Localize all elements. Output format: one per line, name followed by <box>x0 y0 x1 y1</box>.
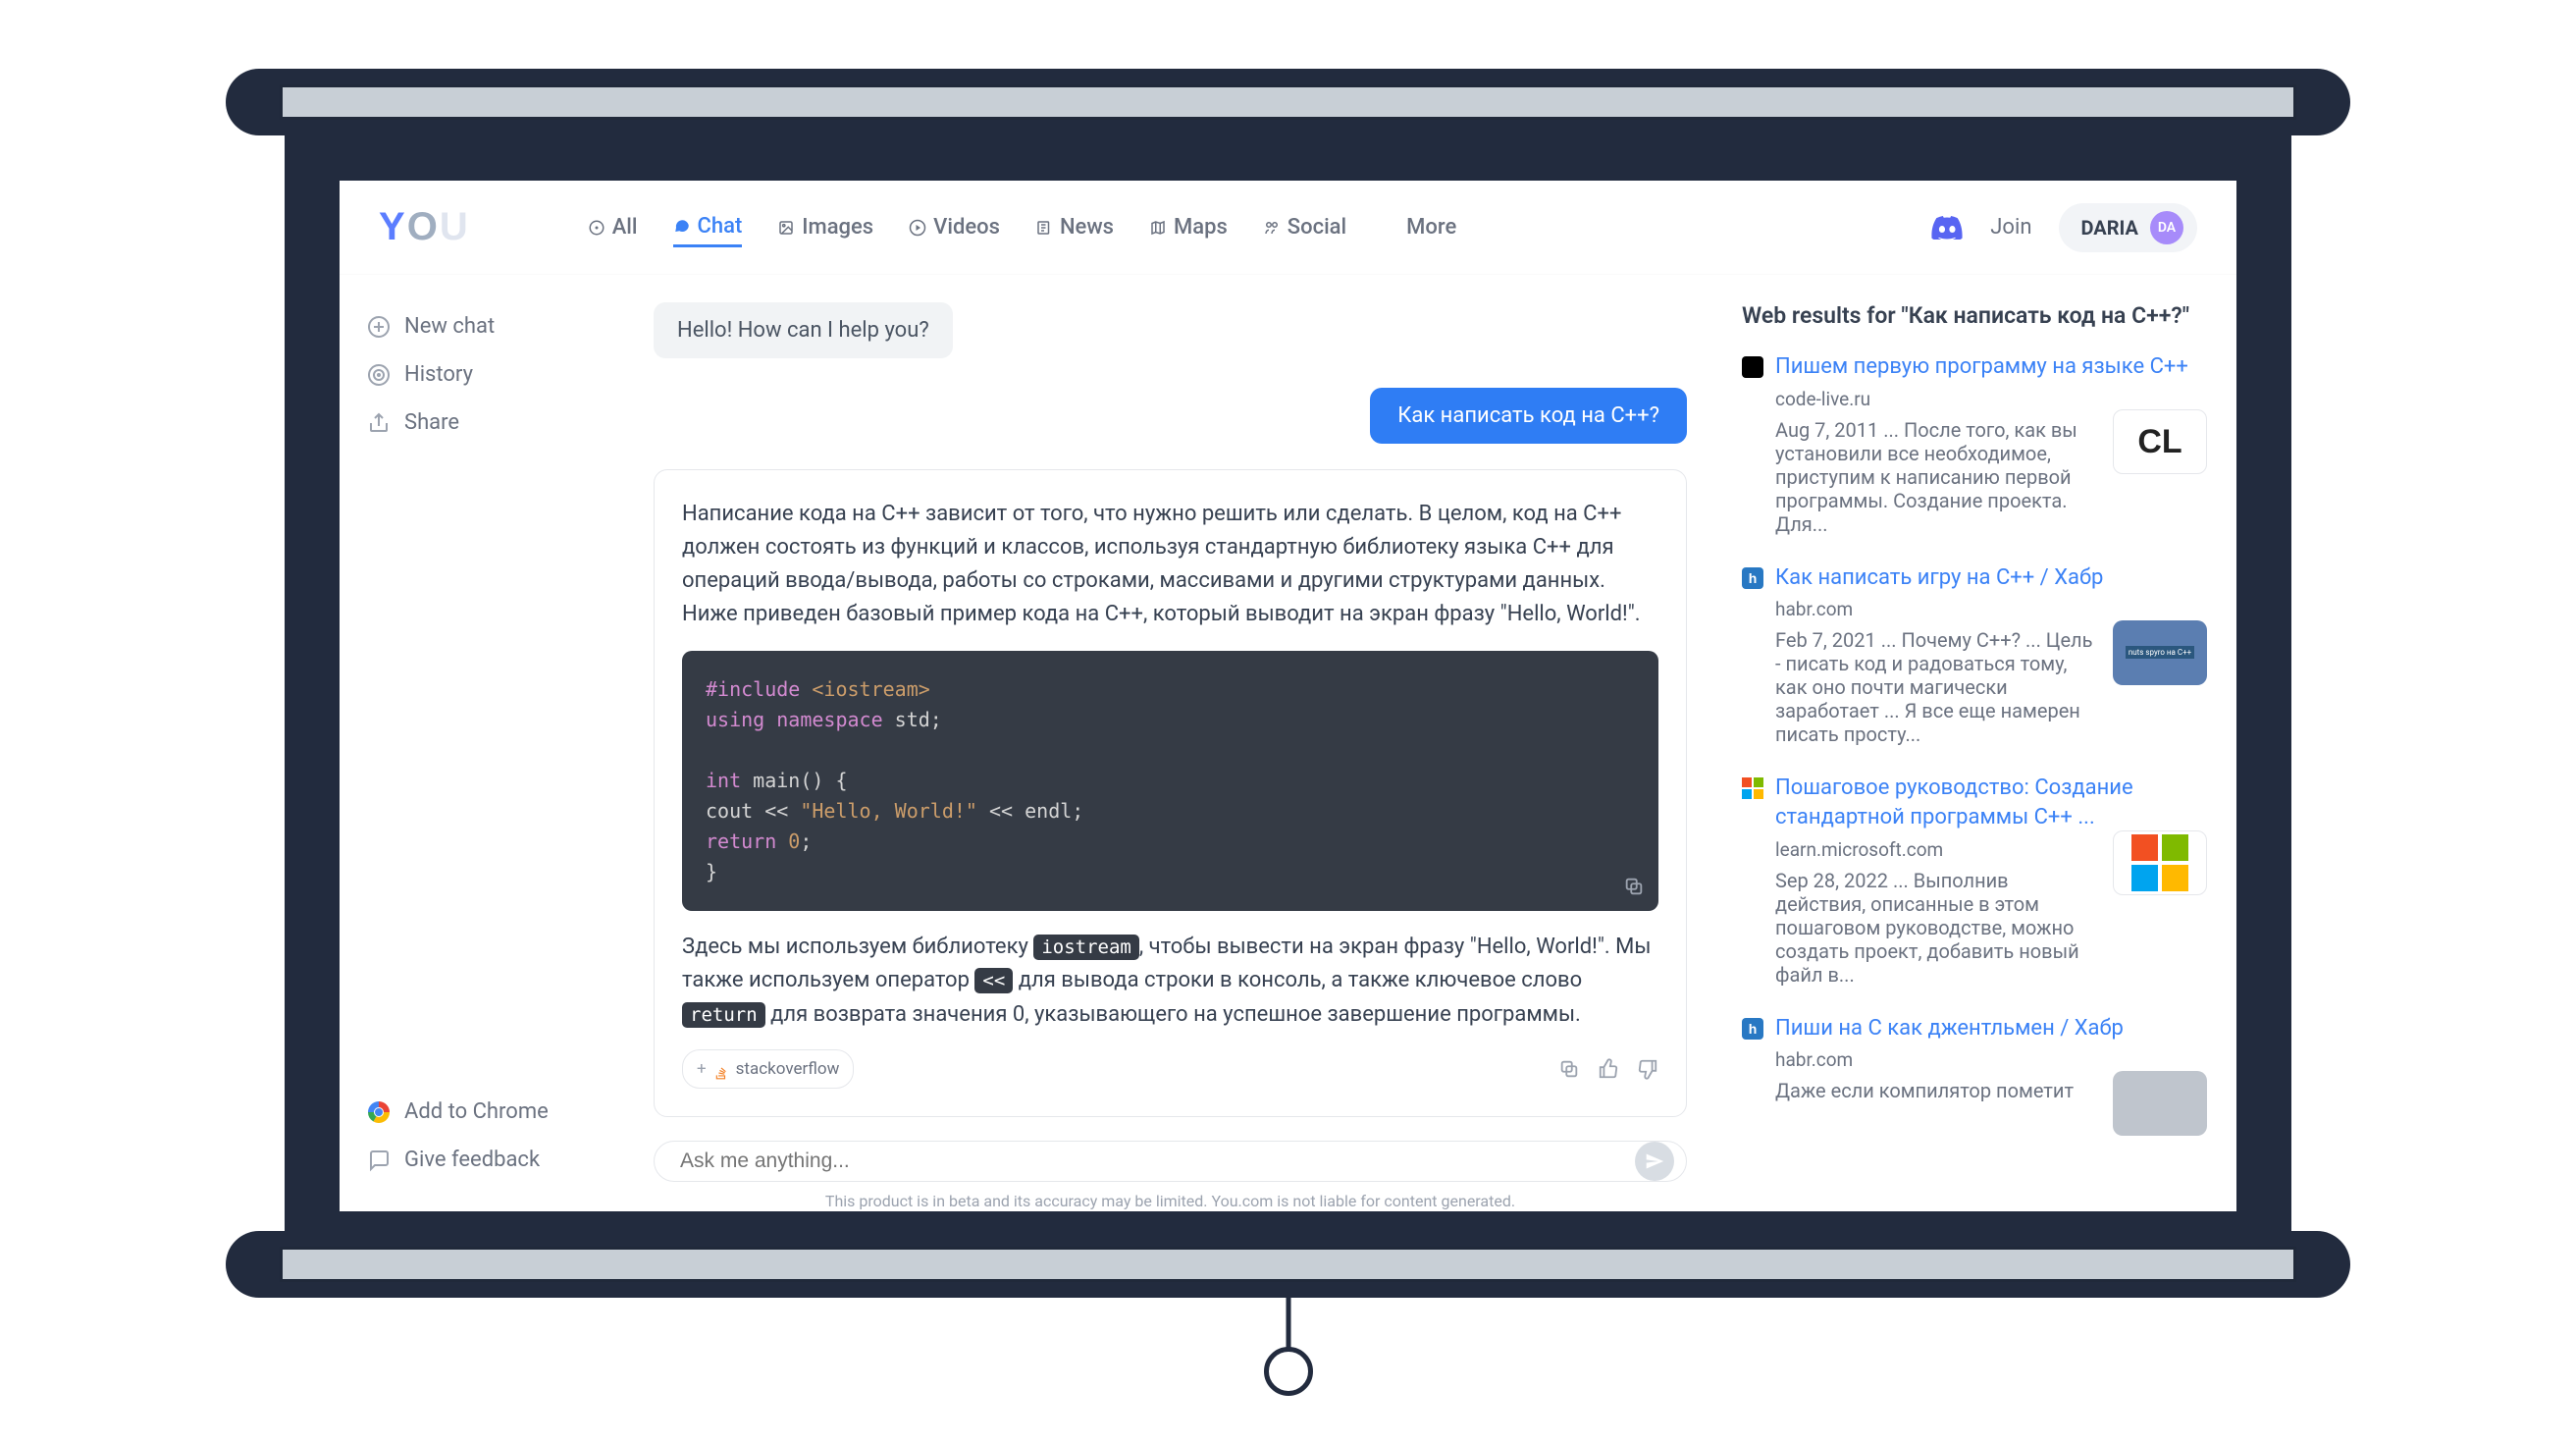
tab-social[interactable]: Social <box>1263 214 1346 241</box>
chrome-icon <box>367 1100 391 1124</box>
result-link[interactable]: Пошаговое руководство: Создание стандарт… <box>1775 774 2207 831</box>
avatar: DA <box>2150 211 2183 244</box>
inline-code: return <box>682 1002 765 1028</box>
result-thumb <box>2113 1071 2207 1136</box>
thumbs-down-icon[interactable] <box>1637 1058 1658 1080</box>
chat-input-bar <box>654 1141 1687 1182</box>
tab-maps[interactable]: Maps <box>1149 214 1228 241</box>
result-domain: code-live.ru <box>1775 388 2207 410</box>
discord-icon[interactable] <box>1931 216 1963 240</box>
projector-top-cap <box>226 69 2350 135</box>
result-link[interactable]: Как написать игру на C++ / Хабр <box>1775 563 2207 593</box>
web-results-panel: Web results for "Как написать код на C++… <box>1726 275 2236 1211</box>
result-link[interactable]: Пишем первую программу на языке C++ <box>1775 352 2207 382</box>
user-pill[interactable]: DARIA DA <box>2059 203 2197 252</box>
code-block: #include <iostream> using namespace std;… <box>682 651 1658 911</box>
result-domain: habr.com <box>1775 598 2207 620</box>
assistant-greeting: Hello! How can I help you? <box>654 302 953 358</box>
tab-images[interactable]: Images <box>777 214 873 241</box>
app-header: YOU All Chat Images <box>340 181 2236 275</box>
answer-paragraph: Написание кода на C++ зависит от того, ч… <box>682 498 1658 631</box>
projector-pull-ring <box>1264 1347 1313 1396</box>
source-row: + stackoverflow <box>682 1049 1658 1089</box>
sidebar-history[interactable]: History <box>359 350 595 399</box>
tab-more[interactable]: More <box>1382 214 1456 241</box>
favicon-habr <box>1742 1018 1763 1040</box>
disclaimer: This product is in beta and its accuracy… <box>654 1192 1687 1210</box>
projector-frame: YOU All Chat Images <box>285 126 2291 1241</box>
sidebar-add-chrome[interactable]: Add to Chrome <box>359 1088 595 1136</box>
copy-answer-icon[interactable] <box>1558 1058 1580 1080</box>
result-thumb: nuts spyro на C++ <box>2113 620 2207 685</box>
sidebar-feedback[interactable]: Give feedback <box>359 1136 595 1184</box>
result-thumb: CL <box>2113 409 2207 474</box>
join-link[interactable]: Join <box>1990 215 2031 240</box>
tab-all[interactable]: All <box>588 214 638 241</box>
web-results-title: Web results for "Как написать код на C++… <box>1742 302 2207 329</box>
result-domain: habr.com <box>1775 1048 2207 1071</box>
assistant-answer: Написание кода на C++ зависит от того, ч… <box>654 469 1687 1117</box>
inline-code: << <box>974 968 1013 993</box>
user-message: Как написать код на C++? <box>1370 388 1687 444</box>
inline-code: iostream <box>1033 935 1139 960</box>
web-result: Как написать игру на C++ / Хабр habr.com… <box>1742 563 2207 747</box>
grid-icon <box>1382 219 1399 237</box>
projector-bottom-cap <box>226 1231 2350 1298</box>
web-result: Пошаговое руководство: Создание стандарт… <box>1742 774 2207 986</box>
web-result: Пиши на C как джентльмен / Хабр habr.com… <box>1742 1014 2207 1103</box>
screen: YOU All Chat Images <box>340 181 2236 1211</box>
tab-news[interactable]: News <box>1035 214 1114 241</box>
answer-paragraph-2: Здесь мы используем библиотеку iostream,… <box>682 931 1658 1031</box>
tab-videos[interactable]: Videos <box>909 214 1000 241</box>
favicon-codelive <box>1742 356 1763 378</box>
sidebar: New chat History Share <box>340 275 614 1211</box>
send-button[interactable] <box>1635 1142 1674 1181</box>
thumbs-up-icon[interactable] <box>1598 1058 1619 1080</box>
nav-tabs: All Chat Images Videos <box>588 214 1457 241</box>
copy-icon[interactable] <box>1623 876 1645 897</box>
chat-input[interactable] <box>680 1149 1635 1173</box>
tab-chat[interactable]: Chat <box>673 214 743 247</box>
web-result: Пишем первую программу на языке C++ code… <box>1742 352 2207 536</box>
sidebar-share[interactable]: Share <box>359 399 595 447</box>
result-thumb <box>2113 830 2207 895</box>
favicon-habr <box>1742 567 1763 589</box>
chat-main: Hello! How can I help you? Как написать … <box>614 275 1726 1211</box>
result-link[interactable]: Пиши на C как джентльмен / Хабр <box>1775 1014 2207 1043</box>
favicon-microsoft <box>1742 777 1763 799</box>
sidebar-new-chat[interactable]: New chat <box>359 302 595 350</box>
logo[interactable]: YOU <box>379 205 470 249</box>
stackoverflow-icon <box>714 1062 728 1076</box>
source-pill[interactable]: + stackoverflow <box>682 1049 854 1089</box>
